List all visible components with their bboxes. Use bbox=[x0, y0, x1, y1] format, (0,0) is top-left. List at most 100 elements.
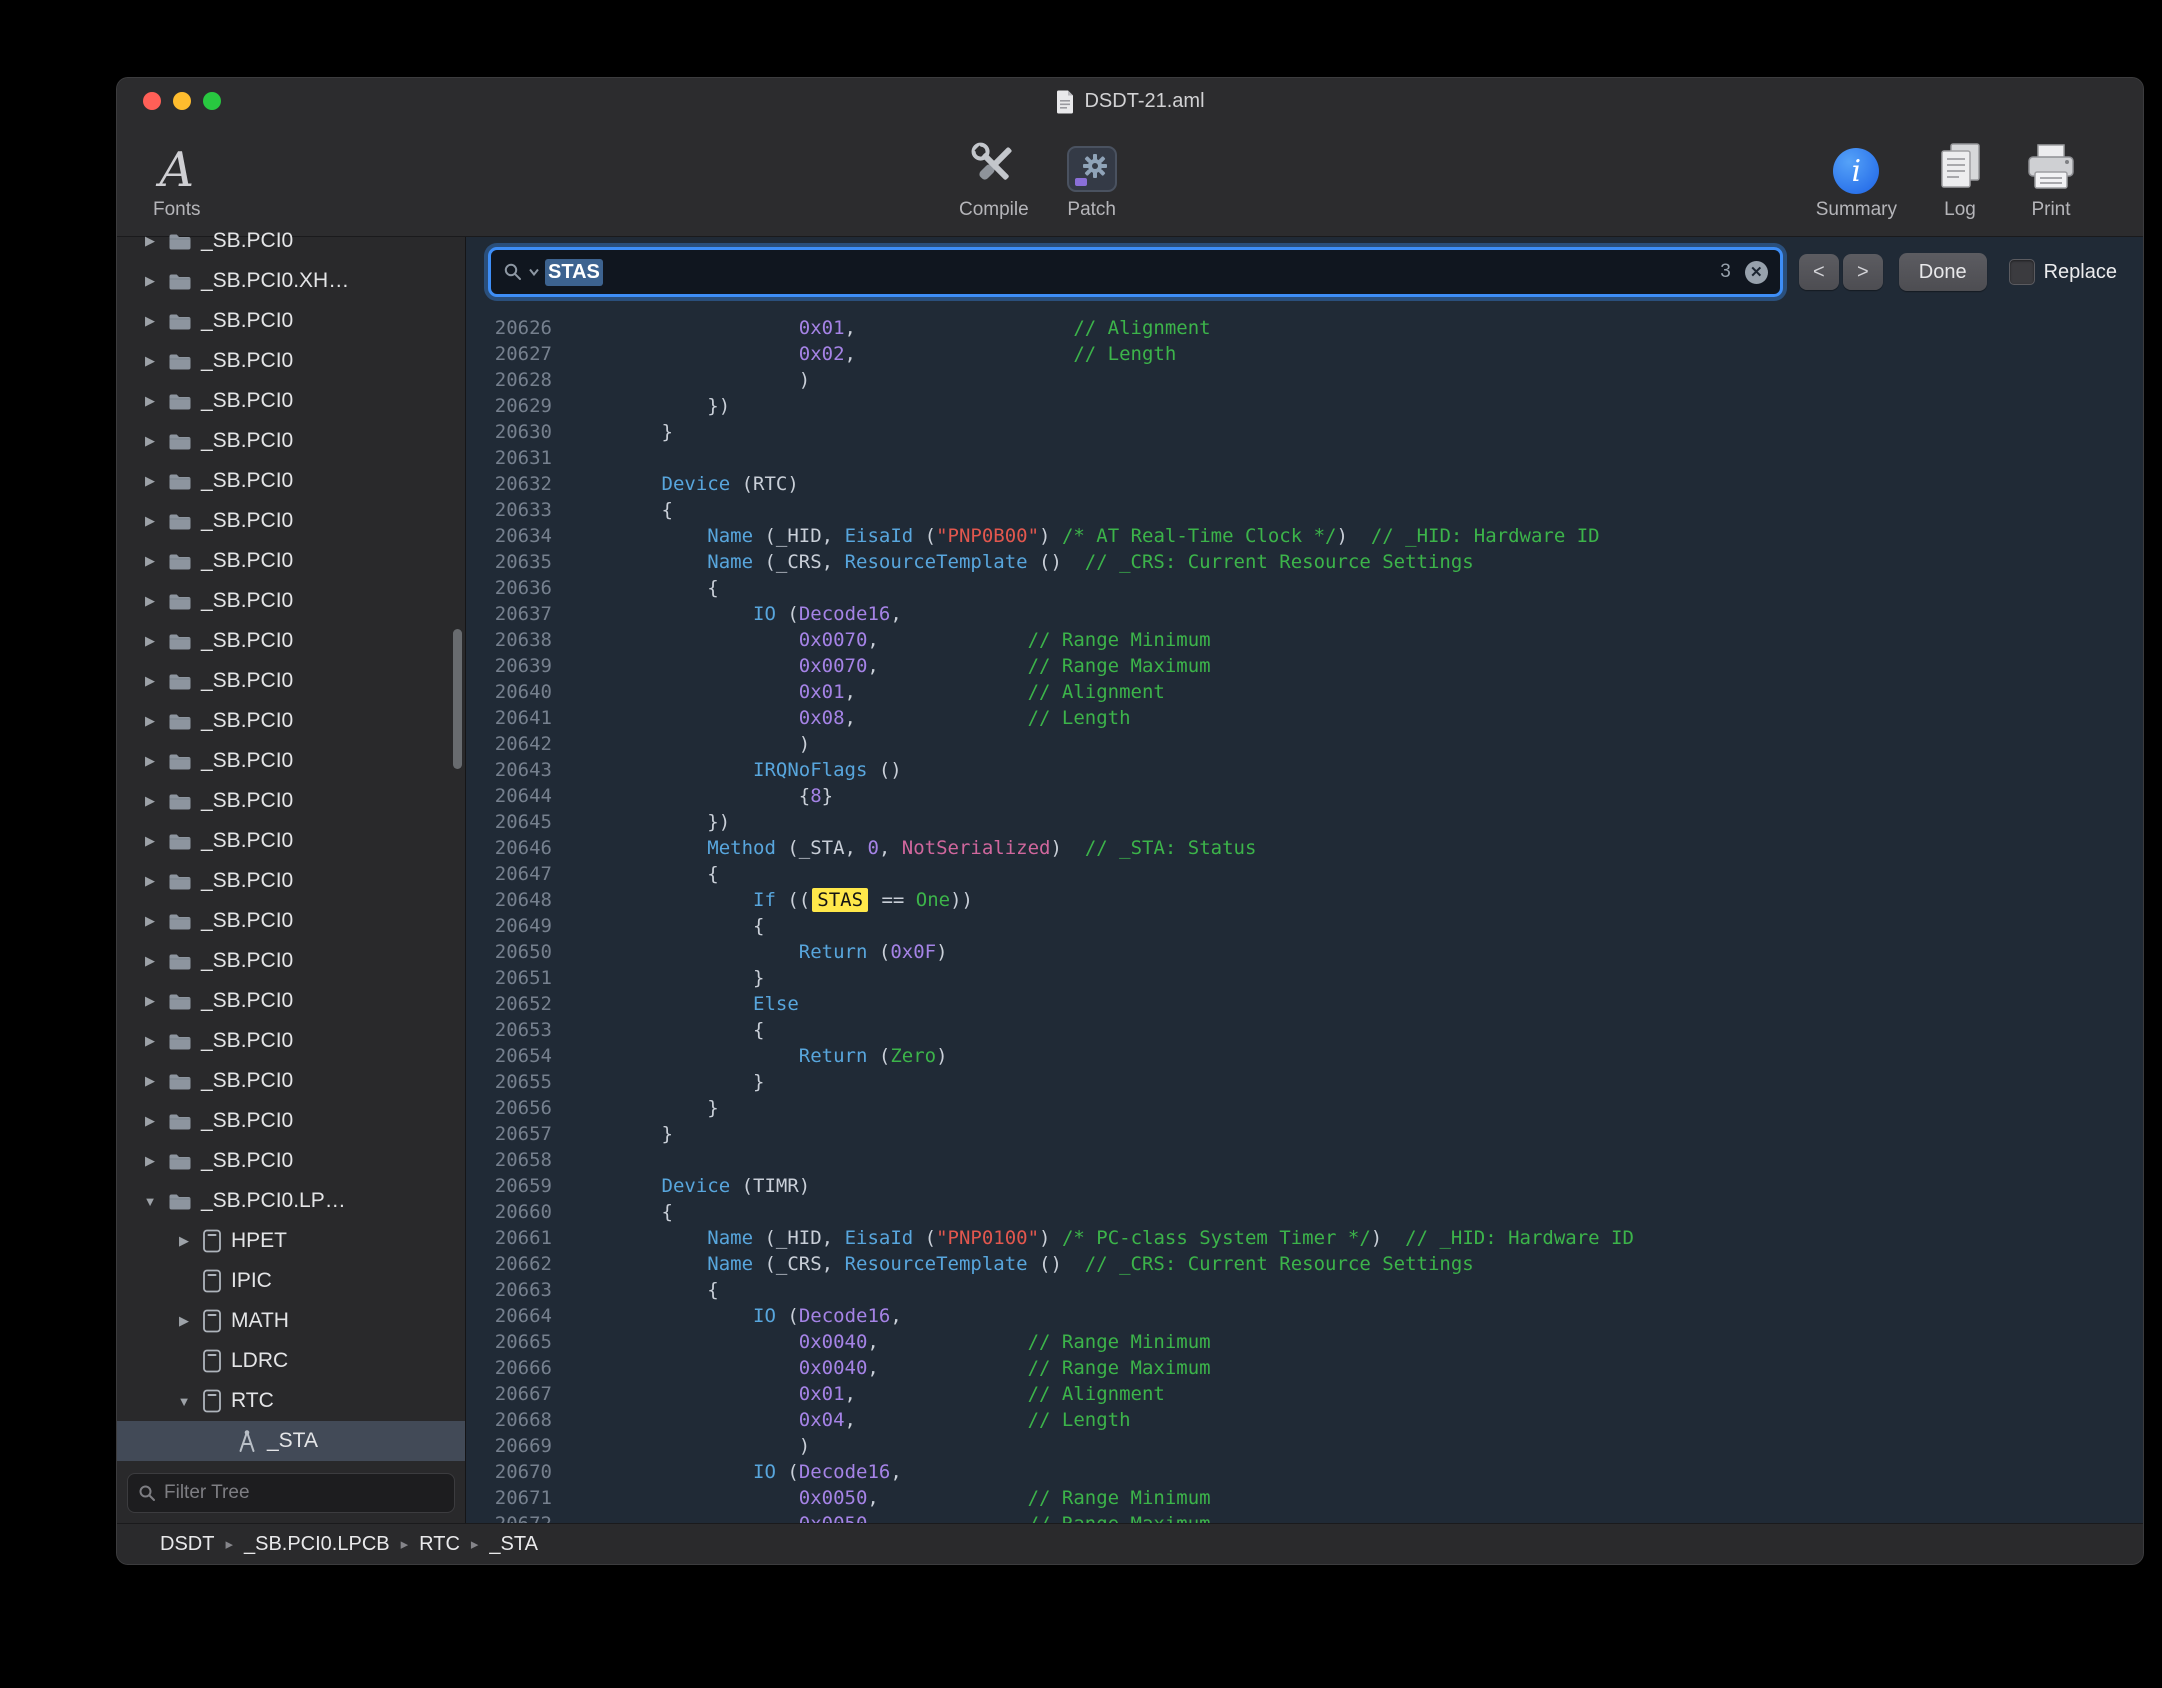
compile-button[interactable]: Compile bbox=[959, 134, 1029, 221]
fonts-button[interactable]: A Fonts bbox=[153, 134, 201, 221]
sidebar-item-sb-pci0-xh[interactable]: ▶_SB.PCI0.XH… bbox=[117, 261, 465, 301]
disclosure-triangle-icon[interactable]: ▶ bbox=[141, 713, 159, 729]
log-button[interactable]: Log bbox=[1933, 134, 1987, 221]
sidebar-item-sb-pci0[interactable]: ▶_SB.PCI0 bbox=[117, 1101, 465, 1141]
sidebar-item-label: _SB.PCI0 bbox=[201, 429, 293, 453]
sidebar-item-sta[interactable]: _STA bbox=[117, 1421, 465, 1461]
disclosure-triangle-icon[interactable]: ▼ bbox=[175, 1394, 193, 1409]
sidebar-item-sb-pci0[interactable]: ▶_SB.PCI0 bbox=[117, 501, 465, 541]
disclosure-triangle-icon[interactable]: ▶ bbox=[141, 233, 159, 249]
disclosure-triangle-icon[interactable]: ▼ bbox=[141, 1194, 159, 1209]
code-line: 20668 0x04, // Length bbox=[466, 1407, 2143, 1433]
disclosure-triangle-icon[interactable]: ▶ bbox=[141, 873, 159, 889]
disclosure-triangle-icon[interactable]: ▶ bbox=[141, 553, 159, 569]
find-previous-button[interactable]: < bbox=[1799, 254, 1839, 290]
sidebar-item-sb-pci0[interactable]: ▶_SB.PCI0 bbox=[117, 821, 465, 861]
sidebar-item-sb-pci0[interactable]: ▶_SB.PCI0 bbox=[117, 301, 465, 341]
clear-search-button[interactable]: ✕ bbox=[1745, 261, 1768, 284]
code-line: 20645 }) bbox=[466, 809, 2143, 835]
sidebar-item-sb-pci0-lp[interactable]: ▼_SB.PCI0.LP… bbox=[117, 1181, 465, 1221]
disclosure-triangle-icon[interactable]: ▶ bbox=[141, 1073, 159, 1089]
zoom-window-button[interactable] bbox=[203, 92, 221, 110]
summary-button[interactable]: i Summary bbox=[1816, 134, 1897, 221]
code-editor[interactable]: 20626 0x01, // Alignment20627 0x02, // L… bbox=[466, 307, 2143, 1523]
breadcrumb-item-sta[interactable]: _STA bbox=[489, 1533, 538, 1556]
print-button[interactable]: Print bbox=[2023, 134, 2079, 221]
disclosure-triangle-icon[interactable]: ▶ bbox=[141, 1033, 159, 1049]
sidebar-item-sb-pci0[interactable]: ▶_SB.PCI0 bbox=[117, 1141, 465, 1181]
disclosure-triangle-icon[interactable]: ▶ bbox=[141, 273, 159, 289]
folder-icon bbox=[168, 752, 192, 771]
sidebar-item-rtc[interactable]: ▼RTC bbox=[117, 1381, 465, 1421]
sidebar-item-sb-pci0[interactable]: ▶_SB.PCI0 bbox=[117, 701, 465, 741]
code-line: 20656 } bbox=[466, 1095, 2143, 1121]
disclosure-triangle-icon[interactable]: ▶ bbox=[141, 473, 159, 489]
disclosure-triangle-icon[interactable]: ▶ bbox=[141, 353, 159, 369]
disclosure-triangle-icon[interactable]: ▶ bbox=[141, 753, 159, 769]
disclosure-triangle-icon[interactable]: ▶ bbox=[141, 593, 159, 609]
disclosure-triangle-icon[interactable]: ▶ bbox=[141, 833, 159, 849]
disclosure-triangle-icon[interactable]: ▶ bbox=[141, 633, 159, 649]
sidebar-item-sb-pci0[interactable]: ▶_SB.PCI0 bbox=[117, 981, 465, 1021]
breadcrumb-item-dsdt[interactable]: DSDT bbox=[160, 1533, 214, 1556]
sidebar-item-sb-pci0[interactable]: ▶_SB.PCI0 bbox=[117, 221, 465, 261]
line-number: 20653 bbox=[466, 1017, 570, 1043]
sidebar-item-sb-pci0[interactable]: ▶_SB.PCI0 bbox=[117, 461, 465, 501]
disclosure-triangle-icon[interactable]: ▶ bbox=[141, 1153, 159, 1169]
sidebar-item-sb-pci0[interactable]: ▶_SB.PCI0 bbox=[117, 341, 465, 381]
disclosure-triangle-icon[interactable]: ▶ bbox=[175, 1313, 193, 1329]
sidebar-item-hpet[interactable]: ▶HPET bbox=[117, 1221, 465, 1261]
code-line: 20659 Device (TIMR) bbox=[466, 1173, 2143, 1199]
sidebar-item-sb-pci0[interactable]: ▶_SB.PCI0 bbox=[117, 861, 465, 901]
sidebar-item-sb-pci0[interactable]: ▶_SB.PCI0 bbox=[117, 1021, 465, 1061]
disclosure-triangle-icon[interactable]: ▶ bbox=[141, 1113, 159, 1129]
code-line: 20654 Return (Zero) bbox=[466, 1043, 2143, 1069]
breadcrumb-item-rtc[interactable]: RTC bbox=[419, 1533, 460, 1556]
sidebar-item-sb-pci0[interactable]: ▶_SB.PCI0 bbox=[117, 381, 465, 421]
line-number: 20648 bbox=[466, 887, 570, 913]
line-number: 20647 bbox=[466, 861, 570, 887]
sidebar-item-sb-pci0[interactable]: ▶_SB.PCI0 bbox=[117, 941, 465, 981]
disclosure-triangle-icon[interactable]: ▶ bbox=[141, 993, 159, 1009]
disclosure-triangle-icon[interactable]: ▶ bbox=[141, 953, 159, 969]
folder-icon bbox=[168, 912, 192, 931]
find-next-button[interactable]: > bbox=[1843, 254, 1883, 290]
sidebar-item-ldrc[interactable]: LDRC bbox=[117, 1341, 465, 1381]
sidebar-item-sb-pci0[interactable]: ▶_SB.PCI0 bbox=[117, 541, 465, 581]
title-bar[interactable]: DSDT-21.aml bbox=[117, 78, 2143, 124]
sidebar-item-sb-pci0[interactable]: ▶_SB.PCI0 bbox=[117, 901, 465, 941]
line-number: 20633 bbox=[466, 497, 570, 523]
disclosure-triangle-icon[interactable]: ▶ bbox=[141, 433, 159, 449]
sidebar-item-sb-pci0[interactable]: ▶ _SB.PCI0 bbox=[117, 421, 465, 461]
folder-icon bbox=[168, 952, 192, 971]
minimize-window-button[interactable] bbox=[173, 92, 191, 110]
sidebar-item-sb-pci0[interactable]: ▶_SB.PCI0 bbox=[117, 661, 465, 701]
disclosure-triangle-icon[interactable]: ▶ bbox=[141, 513, 159, 529]
sidebar-item-sb-pci0[interactable]: ▶_SB.PCI0 bbox=[117, 741, 465, 781]
code-line: 20626 0x01, // Alignment bbox=[466, 315, 2143, 341]
disclosure-triangle-icon[interactable]: ▶ bbox=[141, 793, 159, 809]
patch-button[interactable]: Patch bbox=[1065, 134, 1119, 221]
find-input[interactable]: STAS 3 ✕ bbox=[488, 247, 1783, 297]
sidebar-scrollbar-thumb[interactable] bbox=[453, 629, 462, 769]
patch-label: Patch bbox=[1067, 199, 1116, 221]
code-line: 20640 0x01, // Alignment bbox=[466, 679, 2143, 705]
replace-checkbox[interactable] bbox=[2009, 259, 2035, 285]
close-window-button[interactable] bbox=[143, 92, 161, 110]
sidebar-item-ipic[interactable]: IPIC bbox=[117, 1261, 465, 1301]
sidebar-item-sb-pci0[interactable]: ▶_SB.PCI0 bbox=[117, 1061, 465, 1101]
disclosure-triangle-icon[interactable]: ▶ bbox=[141, 673, 159, 689]
sidebar-item-math[interactable]: ▶MATH bbox=[117, 1301, 465, 1341]
filter-tree-input[interactable]: Filter Tree bbox=[127, 1473, 455, 1513]
breadcrumb-item-sb-pci0-lpcb[interactable]: _SB.PCI0.LPCB bbox=[244, 1533, 390, 1556]
disclosure-triangle-icon[interactable]: ▶ bbox=[141, 913, 159, 929]
done-button[interactable]: Done bbox=[1899, 253, 1987, 291]
code-line: 20632 Device (RTC) bbox=[466, 471, 2143, 497]
sidebar-item-sb-pci0[interactable]: ▶_SB.PCI0 bbox=[117, 621, 465, 661]
disclosure-triangle-icon[interactable]: ▶ bbox=[175, 1233, 193, 1249]
sidebar-item-sb-pci0[interactable]: ▶_SB.PCI0 bbox=[117, 781, 465, 821]
disclosure-triangle-icon[interactable]: ▶ bbox=[141, 393, 159, 409]
disclosure-triangle-icon[interactable]: ▶ bbox=[141, 313, 159, 329]
sidebar-item-sb-pci0[interactable]: ▶_SB.PCI0 bbox=[117, 581, 465, 621]
code-line: 20665 0x0040, // Range Minimum bbox=[466, 1329, 2143, 1355]
